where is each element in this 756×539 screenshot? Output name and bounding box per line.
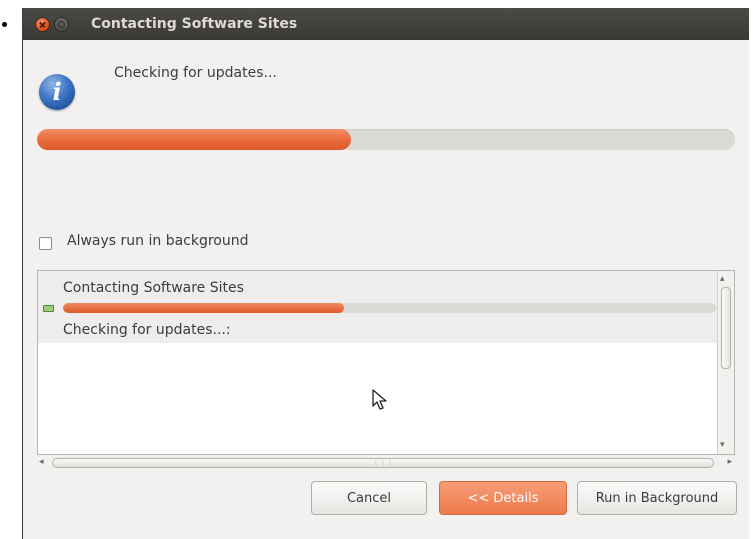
progress-dialog: Contacting Software Sites i Checking for… (22, 8, 749, 539)
job-progress-fill (63, 303, 344, 313)
job-row[interactable]: Contacting Software Sites Checking for u… (38, 271, 720, 343)
scroll-down-icon[interactable]: ▾ (720, 441, 725, 450)
horizontal-scroll-thumb[interactable]: ⋮⋮⋮ (52, 458, 714, 468)
always-background-label[interactable]: Always run in background (67, 233, 249, 249)
details-panel: Contacting Software Sites Checking for u… (37, 270, 735, 455)
grip-icon: ⋮⋮⋮ (372, 459, 394, 467)
close-icon[interactable] (36, 18, 49, 31)
list-bullet (2, 22, 7, 27)
run-in-background-button[interactable]: Run in Background (577, 481, 737, 515)
horizontal-scrollbar[interactable]: ◂ ⋮⋮⋮ ▸ (37, 455, 735, 471)
info-icon: i (39, 74, 75, 110)
scroll-right-icon[interactable]: ▸ (727, 457, 732, 467)
minimize-icon[interactable] (55, 18, 68, 31)
always-background-checkbox[interactable] (39, 237, 52, 250)
job-status-icon (43, 305, 54, 312)
status-message: Checking for updates... (114, 65, 277, 81)
cancel-button[interactable]: Cancel (311, 481, 427, 515)
window-title: Contacting Software Sites (91, 16, 298, 32)
job-subtask: Checking for updates...: (63, 322, 231, 338)
job-title: Contacting Software Sites (63, 280, 244, 296)
details-button[interactable]: << Details (439, 481, 567, 515)
main-progress-fill (37, 129, 352, 150)
scroll-up-icon[interactable]: ▴ (720, 275, 725, 284)
scroll-left-icon[interactable]: ◂ (39, 457, 44, 467)
main-progress-bar (37, 129, 735, 150)
vertical-scrollbar[interactable]: ▴ ▾ (717, 271, 734, 454)
vertical-scroll-thumb[interactable] (721, 287, 731, 369)
job-progress-bar (63, 303, 716, 313)
title-bar: Contacting Software Sites (23, 8, 749, 40)
mouse-pointer-icon (372, 389, 387, 410)
